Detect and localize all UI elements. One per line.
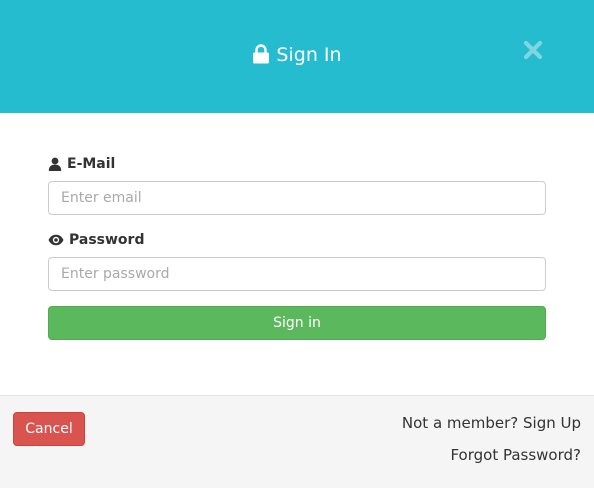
- password-label-text: Password: [69, 232, 145, 248]
- eye-icon: [48, 234, 64, 246]
- sign-in-button[interactable]: Sign in: [48, 306, 546, 340]
- password-label: Password: [48, 232, 144, 248]
- cancel-button[interactable]: Cancel: [13, 412, 85, 446]
- email-label: E-Mail: [48, 156, 115, 172]
- modal-title: Sign In: [0, 43, 594, 66]
- user-icon: [48, 157, 62, 171]
- email-field[interactable]: [48, 181, 546, 215]
- password-field[interactable]: [48, 257, 546, 291]
- modal-header: Sign In: [0, 0, 594, 113]
- sign-in-button-label: Sign in: [273, 315, 321, 331]
- cancel-button-label: Cancel: [25, 421, 73, 437]
- lock-icon: [252, 43, 270, 64]
- sign-in-modal: Sign In E-Mail Password Sign i: [0, 0, 594, 488]
- sign-up-link[interactable]: Not a member? Sign Up: [402, 414, 581, 432]
- modal-footer: Cancel Not a member? Sign Up Forgot Pass…: [0, 395, 594, 488]
- modal-title-text: Sign In: [276, 44, 342, 66]
- close-button[interactable]: [521, 38, 545, 62]
- close-icon: [523, 40, 543, 60]
- email-label-text: E-Mail: [67, 156, 116, 172]
- forgot-password-link[interactable]: Forgot Password?: [450, 446, 581, 464]
